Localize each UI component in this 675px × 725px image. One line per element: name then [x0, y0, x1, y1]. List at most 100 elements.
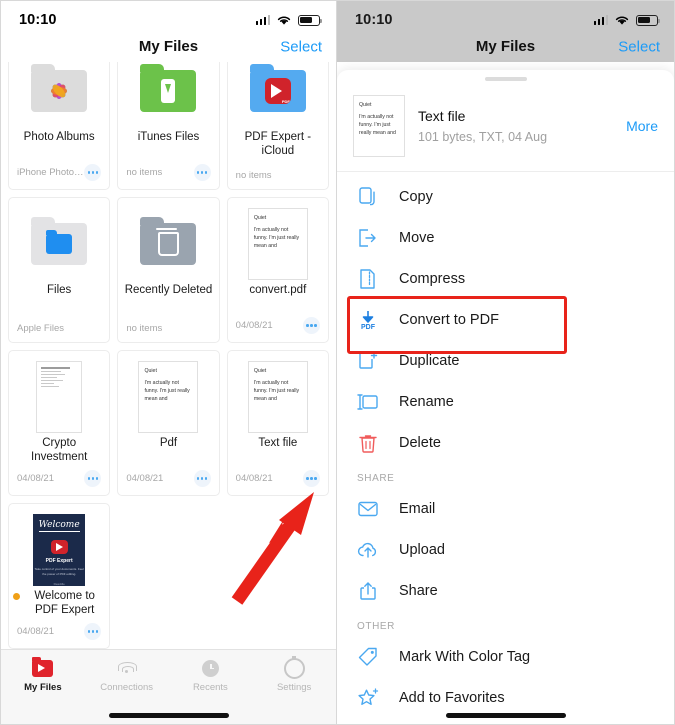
card-footer: no items — [236, 170, 320, 181]
file-subtitle: 04/08/21 — [235, 320, 273, 331]
preview-heading: Quiet — [359, 102, 372, 108]
blue-folder-glyph — [46, 230, 73, 254]
more-options-button[interactable] — [84, 470, 102, 487]
wifi-icon — [117, 658, 138, 678]
page-title: My Files — [138, 38, 199, 55]
screenshot-root: 10:10 My Files Select Photo Albums iPhon… — [0, 0, 675, 725]
more-options-button[interactable] — [303, 317, 320, 334]
menu-item-upload[interactable]: Upload — [337, 529, 674, 570]
file-subtitle: iPhone Photo Lib... — [17, 167, 85, 178]
cellular-bars-icon — [255, 15, 270, 25]
more-options-button[interactable] — [84, 623, 102, 640]
tab-recents[interactable]: Recents — [169, 658, 253, 693]
menu-item-copy[interactable]: Copy — [337, 176, 674, 217]
file-name-wrap: Welcome to PDF Expert — [9, 589, 109, 618]
pdf-expert-glyph — [264, 78, 291, 104]
file-name: Photo Albums — [23, 131, 95, 143]
menu-item-add-to-favorites[interactable]: Add to Favorites — [337, 677, 674, 718]
menu-item-compress[interactable]: Compress — [337, 258, 674, 299]
trash-glyph — [155, 228, 179, 256]
status-indicators — [593, 14, 660, 26]
status-bar-left: 10:10 — [1, 1, 336, 31]
photos-app-glyph — [48, 80, 70, 102]
file-card[interactable]: Welcome PDF Expert Take control of your … — [8, 503, 111, 649]
file-name: Files — [47, 284, 72, 296]
select-button[interactable]: Select — [618, 38, 660, 55]
menu-label: Add to Favorites — [399, 689, 505, 706]
trash-icon — [357, 432, 379, 454]
menu-item-mark-with-color-tag[interactable]: Mark With Color Tag — [337, 636, 674, 677]
menu-label: Duplicate — [399, 352, 460, 369]
menu-item-delete[interactable]: Delete — [337, 422, 674, 463]
card-footer: no items — [126, 164, 211, 181]
file-card[interactable]: iTunes Files no items — [117, 62, 220, 190]
file-name: Pdf — [159, 437, 178, 449]
file-subtitle: no items — [126, 323, 163, 334]
convert-to-pdf-icon: PDF — [357, 309, 379, 331]
menu-label: Mark With Color Tag — [399, 648, 531, 665]
menu-item-share[interactable]: Share — [337, 570, 674, 611]
menu-item-rename[interactable]: Rename — [337, 381, 674, 422]
file-card[interactable]: Crypto Investment 04/08/21 — [8, 350, 111, 496]
file-card[interactable]: Files Apple Files — [8, 197, 111, 343]
section-header-other: OTHER — [357, 621, 395, 632]
svg-text:PDF: PDF — [361, 324, 376, 331]
cover-app-name: PDF Expert — [45, 558, 73, 564]
menu-item-convert-to-pdf[interactable]: PDF Convert to PDF — [337, 299, 674, 340]
file-grid-scroll[interactable]: Photo Albums iPhone Photo Lib... iTunes … — [1, 62, 336, 658]
page-title: My Files — [475, 38, 536, 55]
menu-label: Email — [399, 500, 436, 517]
dimmed-background: 10:10 My Files Select — [337, 1, 674, 62]
menu-label: Copy — [399, 188, 433, 205]
more-options-button[interactable] — [193, 164, 211, 181]
file-card[interactable]: Recently Deleted no items — [117, 197, 220, 343]
file-meta: 101 bytes, TXT, 04 Aug — [418, 130, 548, 144]
file-card[interactable]: Photo Albums iPhone Photo Lib... — [8, 62, 111, 190]
tab-my-files[interactable]: My Files — [1, 656, 85, 693]
more-button[interactable]: More — [626, 118, 658, 134]
status-bar-right: 10:10 — [337, 1, 674, 31]
thumbnail: Welcome PDF Expert Take control of your … — [9, 514, 109, 586]
tab-connections[interactable]: Connections — [85, 658, 169, 693]
more-options-button[interactable] — [193, 470, 211, 487]
battery-icon — [636, 14, 660, 26]
status-time: 10:10 — [19, 12, 57, 28]
status-indicators — [255, 14, 322, 26]
more-options-button[interactable] — [84, 164, 102, 181]
cover-tagline: Take control of your documents. Feel the… — [34, 567, 84, 576]
compress-zip-icon — [357, 268, 379, 290]
menu-label: Upload — [399, 541, 445, 558]
preview-body: I'm actually not funny. I'm just really … — [144, 380, 190, 403]
select-button[interactable]: Select — [280, 38, 322, 55]
lines-document-preview — [36, 361, 83, 433]
tab-label: Recents — [192, 682, 228, 693]
more-options-button[interactable] — [303, 470, 320, 487]
card-footer: 04/08/21 — [236, 317, 320, 334]
menu-label: Convert to PDF — [399, 311, 499, 328]
folder-files-icon — [31, 217, 88, 265]
home-indicator — [108, 713, 229, 718]
cover-title: Welcome — [38, 520, 80, 532]
file-name: Crypto Investment — [31, 437, 88, 464]
preview-body: I'm actually not funny. I'm just really … — [253, 227, 300, 250]
tag-icon — [357, 646, 379, 668]
file-card[interactable]: Quiet I'm actually not funny. I'm just r… — [117, 350, 220, 496]
left-phone-screen: 10:10 My Files Select Photo Albums iPhon… — [0, 0, 337, 725]
card-footer: 04/08/21 — [236, 470, 320, 487]
tab-settings[interactable]: Settings — [252, 655, 336, 693]
file-card[interactable]: PDF Expert - iCloud no items — [226, 62, 329, 190]
menu-item-duplicate[interactable]: Duplicate — [337, 340, 674, 381]
file-header: Quiet I'm actually not funny. I'm just r… — [337, 81, 674, 172]
thumbnail — [9, 361, 109, 433]
rename-icon — [357, 391, 379, 413]
menu-item-email[interactable]: Email — [337, 488, 674, 529]
file-card[interactable]: Quiet I'm actually not funny. I'm just r… — [226, 197, 329, 343]
preview-heading: Quiet — [253, 215, 267, 221]
section-header-share: SHARE — [357, 473, 395, 484]
file-subtitle: 04/08/21 — [126, 473, 164, 484]
menu-label: Delete — [399, 434, 441, 451]
file-subtitle: no items — [235, 170, 272, 181]
file-name: PDF Expert - iCloud — [244, 131, 312, 158]
menu-item-move[interactable]: Move — [337, 217, 674, 258]
file-card[interactable]: Quiet I'm actually not funny. I'm just r… — [226, 350, 329, 496]
